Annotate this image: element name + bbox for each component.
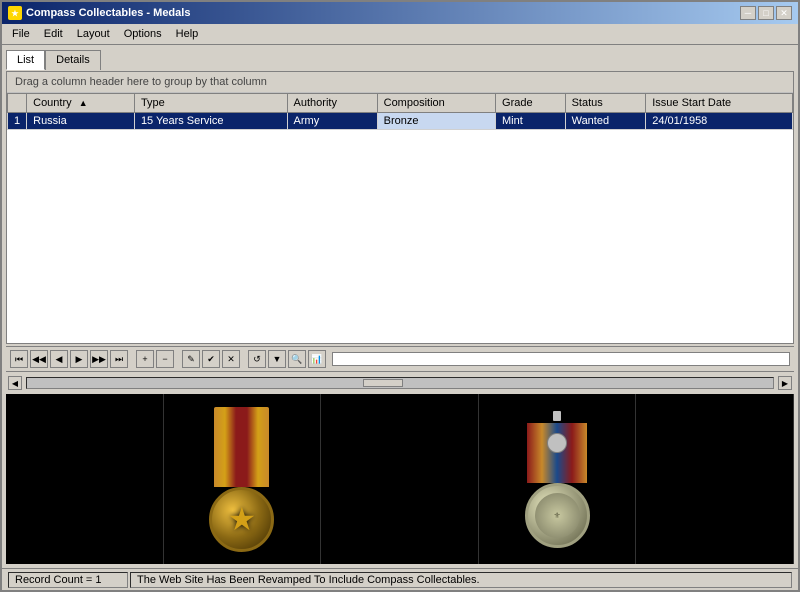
image-panel-1: [6, 394, 164, 564]
group-hint: Drag a column header here to group by th…: [7, 72, 793, 93]
col-header-type[interactable]: Type: [134, 94, 287, 113]
table-row[interactable]: 1 Russia 15 Years Service Army Bronze Mi…: [8, 113, 793, 130]
navigator-bar: ⏮ ◀◀ ◀ ▶ ▶▶ ⏭ + − ✎ ✔ ✕ ↺ ▼ 🔍 📊: [6, 346, 794, 372]
col-header-num: [8, 94, 27, 113]
menu-help[interactable]: Help: [170, 26, 205, 42]
cell-composition: Bronze: [377, 113, 495, 130]
scroll-track[interactable]: [26, 377, 774, 389]
title-bar: ★ Compass Collectables - Medals ─ □ ✕: [2, 2, 798, 24]
title-bar-left: ★ Compass Collectables - Medals: [8, 6, 190, 20]
col-header-authority[interactable]: Authority: [287, 94, 377, 113]
col-header-composition[interactable]: Composition: [377, 94, 495, 113]
menu-edit[interactable]: Edit: [38, 26, 69, 42]
nav-cancel[interactable]: ✕: [222, 350, 240, 368]
data-table: Country ▲ Type Authority Composition: [7, 93, 793, 130]
cell-grade: Mint: [496, 113, 566, 130]
menu-layout[interactable]: Layout: [71, 26, 116, 42]
cell-country: Russia: [27, 113, 135, 130]
menu-bar: File Edit Layout Options Help: [2, 24, 798, 45]
nav-prev-page[interactable]: ◀◀: [30, 350, 48, 368]
col-header-issue-start-date[interactable]: Issue Start Date: [646, 94, 793, 113]
nav-prev[interactable]: ◀: [50, 350, 68, 368]
nav-post[interactable]: ✔: [202, 350, 220, 368]
status-message: The Web Site Has Been Revamped To Includ…: [130, 572, 792, 588]
close-button[interactable]: ✕: [776, 6, 792, 20]
sort-arrow-country: ▲: [79, 98, 88, 108]
scroll-thumb[interactable]: [363, 379, 403, 387]
status-bar: Record Count = 1 The Web Site Has Been R…: [2, 568, 798, 590]
nav-progress-bar: [332, 352, 790, 366]
image-panel-2: [321, 394, 479, 564]
title-buttons: ─ □ ✕: [740, 6, 792, 20]
col-header-status[interactable]: Status: [565, 94, 646, 113]
minimize-button[interactable]: ─: [740, 6, 756, 20]
nav-insert[interactable]: +: [136, 350, 154, 368]
col-header-country[interactable]: Country ▲: [27, 94, 135, 113]
row-number: 1: [8, 113, 27, 130]
images-section: ★ ⚜: [6, 394, 794, 564]
nav-first[interactable]: ⏮: [10, 350, 28, 368]
scroll-left-btn[interactable]: ◀: [8, 376, 22, 390]
nav-search[interactable]: 🔍: [288, 350, 306, 368]
nav-edit[interactable]: ✎: [182, 350, 200, 368]
nav-refresh[interactable]: ↺: [248, 350, 266, 368]
nav-next[interactable]: ▶: [70, 350, 88, 368]
app-icon: ★: [8, 6, 22, 20]
menu-options[interactable]: Options: [118, 26, 168, 42]
horizontal-scrollbar[interactable]: ◀ ▶: [6, 374, 794, 392]
tab-bar: List Details: [6, 49, 794, 69]
table-area: Country ▲ Type Authority Composition: [7, 93, 793, 343]
tab-details[interactable]: Details: [45, 50, 101, 70]
medal-image-1: ★: [164, 394, 322, 564]
col-header-grade[interactable]: Grade: [496, 94, 566, 113]
cell-issue-start-date: 24/01/1958: [646, 113, 793, 130]
cell-type: 15 Years Service: [134, 113, 287, 130]
main-window: ★ Compass Collectables - Medals ─ □ ✕ Fi…: [0, 0, 800, 592]
nav-delete[interactable]: −: [156, 350, 174, 368]
cell-authority: Army: [287, 113, 377, 130]
nav-filter[interactable]: ▼: [268, 350, 286, 368]
window-title: Compass Collectables - Medals: [26, 7, 190, 19]
content-area: List Details Drag a column header here t…: [2, 45, 798, 568]
medal-image-2: ⚜: [479, 394, 637, 564]
tab-list[interactable]: List: [6, 50, 45, 70]
record-count: Record Count = 1: [8, 572, 128, 588]
cell-status: Wanted: [565, 113, 646, 130]
scroll-right-btn[interactable]: ▶: [778, 376, 792, 390]
nav-last[interactable]: ⏭: [110, 350, 128, 368]
maximize-button[interactable]: □: [758, 6, 774, 20]
nav-chart[interactable]: 📊: [308, 350, 326, 368]
main-panel: Drag a column header here to group by th…: [6, 71, 794, 344]
nav-next-page[interactable]: ▶▶: [90, 350, 108, 368]
image-panel-3: [636, 394, 794, 564]
menu-file[interactable]: File: [6, 26, 36, 42]
